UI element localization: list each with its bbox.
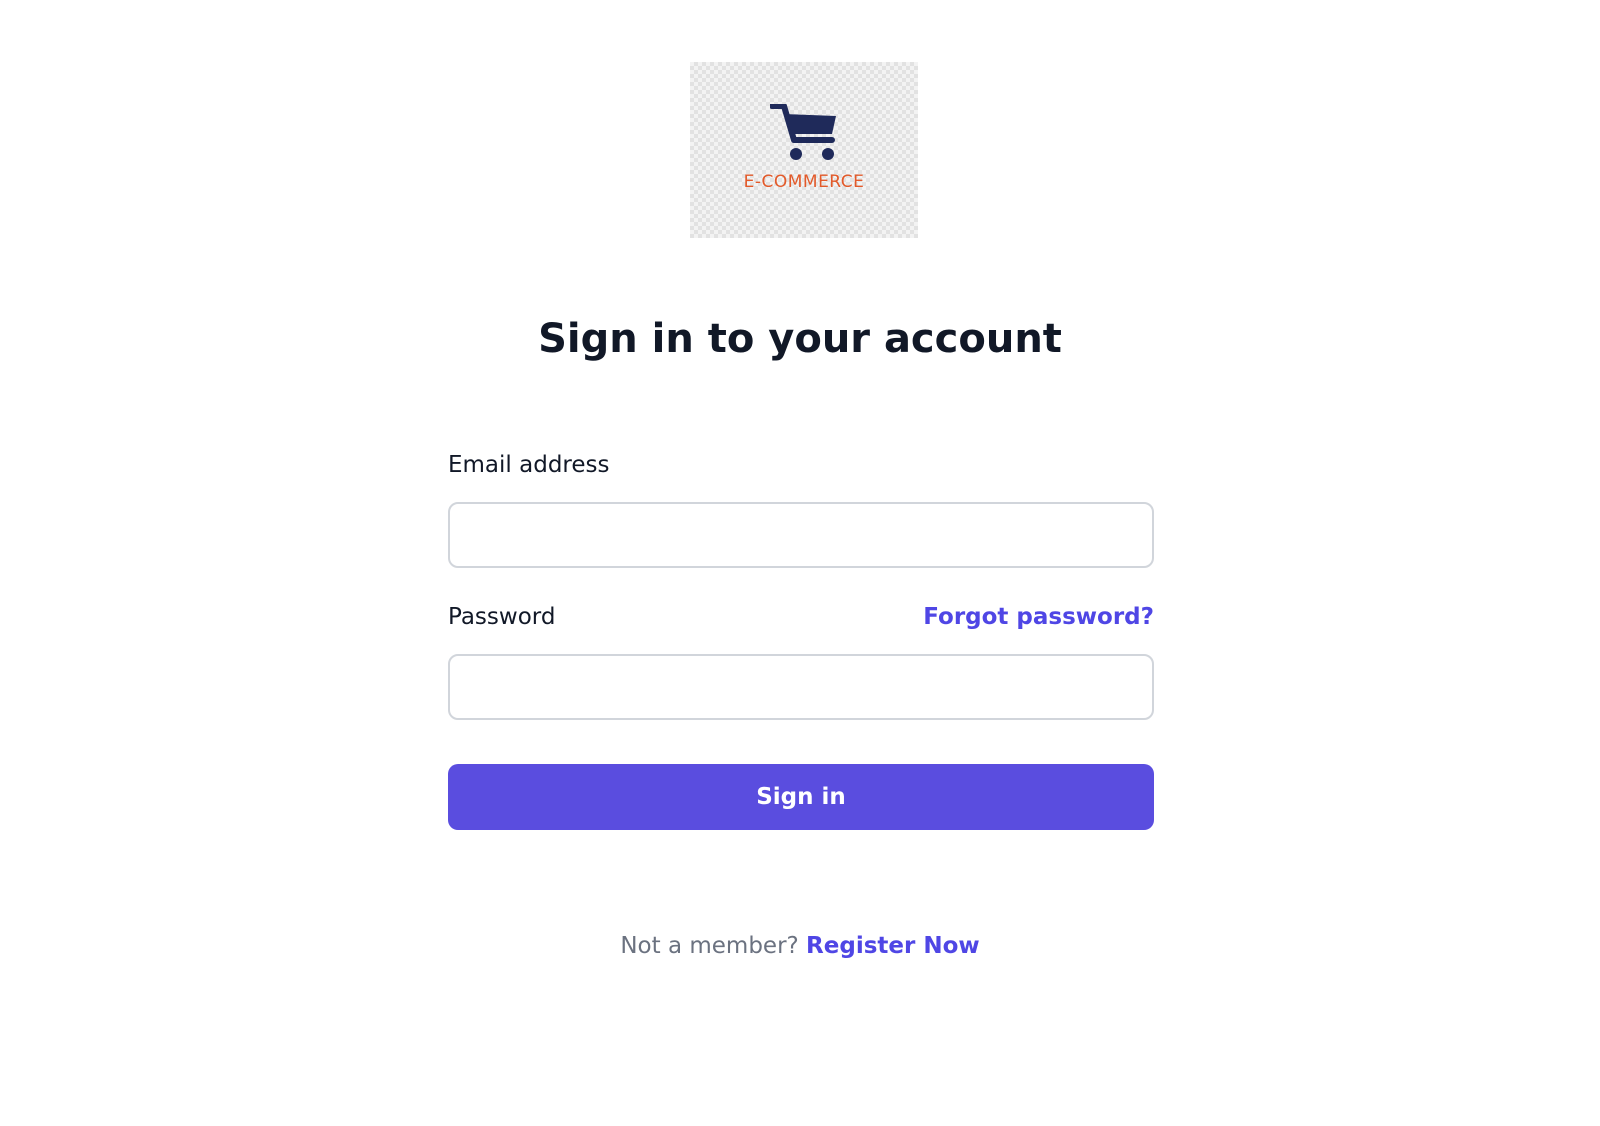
not-member-text: Not a member?	[620, 933, 799, 959]
forgot-password-link[interactable]: Forgot password?	[923, 604, 1154, 630]
sign-in-button[interactable]: Sign in	[448, 764, 1154, 830]
register-prompt: Not a member? Register Now	[0, 933, 1600, 959]
password-input[interactable]	[448, 654, 1154, 720]
page-title: Sign in to your account	[538, 316, 1062, 362]
shopping-cart-icon	[770, 104, 836, 160]
password-label: Password	[448, 604, 556, 630]
login-page: E-COMMERCE Sign in to your account Email…	[0, 0, 1600, 1126]
register-now-link[interactable]: Register Now	[806, 933, 980, 959]
signin-form: Email address Password Forgot password? …	[448, 452, 1154, 830]
email-label: Email address	[448, 452, 610, 478]
password-label-row: Password Forgot password?	[448, 604, 1154, 630]
logo-text: E-COMMERCE	[743, 172, 865, 192]
email-group: Email address	[448, 452, 1154, 568]
email-input[interactable]	[448, 502, 1154, 568]
password-group: Password Forgot password?	[448, 604, 1154, 720]
logo: E-COMMERCE	[690, 62, 918, 238]
